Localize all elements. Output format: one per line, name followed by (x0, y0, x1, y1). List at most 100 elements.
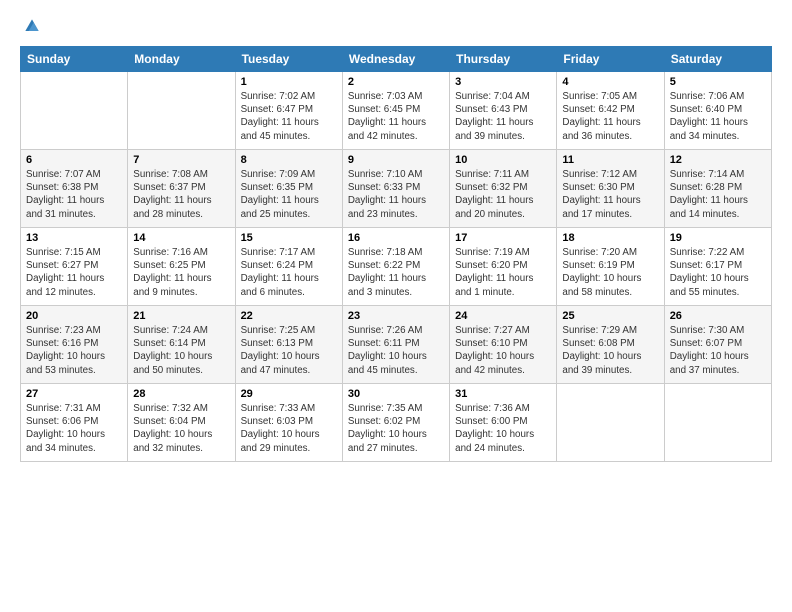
calendar-cell: 3 Sunrise: 7:04 AM Sunset: 6:43 PM Dayli… (450, 72, 557, 150)
cell-day-number: 28 (133, 388, 229, 400)
weekday-header-sunday: Sunday (21, 47, 128, 72)
cell-sunrise: Sunrise: 7:20 AM (562, 246, 658, 259)
cell-sunrise: Sunrise: 7:09 AM (241, 168, 337, 181)
calendar-week-row: 6 Sunrise: 7:07 AM Sunset: 6:38 PM Dayli… (21, 150, 772, 228)
cell-daylight: Daylight: 10 hours and 45 minutes. (348, 350, 444, 376)
cell-daylight: Daylight: 11 hours and 12 minutes. (26, 272, 122, 298)
calendar-cell (21, 72, 128, 150)
calendar-cell: 15 Sunrise: 7:17 AM Sunset: 6:24 PM Dayl… (235, 228, 342, 306)
calendar-cell: 9 Sunrise: 7:10 AM Sunset: 6:33 PM Dayli… (342, 150, 449, 228)
cell-sunset: Sunset: 6:27 PM (26, 259, 122, 272)
calendar-cell: 19 Sunrise: 7:22 AM Sunset: 6:17 PM Dayl… (664, 228, 771, 306)
cell-daylight: Daylight: 10 hours and 55 minutes. (670, 272, 766, 298)
cell-sunset: Sunset: 6:20 PM (455, 259, 551, 272)
calendar-cell: 12 Sunrise: 7:14 AM Sunset: 6:28 PM Dayl… (664, 150, 771, 228)
cell-day-number: 31 (455, 388, 551, 400)
weekday-header-saturday: Saturday (664, 47, 771, 72)
cell-sunrise: Sunrise: 7:02 AM (241, 90, 337, 103)
cell-day-number: 27 (26, 388, 122, 400)
cell-day-number: 15 (241, 232, 337, 244)
cell-sunrise: Sunrise: 7:32 AM (133, 402, 229, 415)
cell-sunset: Sunset: 6:42 PM (562, 103, 658, 116)
cell-daylight: Daylight: 11 hours and 23 minutes. (348, 194, 444, 220)
cell-sunrise: Sunrise: 7:12 AM (562, 168, 658, 181)
cell-sunrise: Sunrise: 7:24 AM (133, 324, 229, 337)
cell-sunrise: Sunrise: 7:16 AM (133, 246, 229, 259)
cell-day-number: 23 (348, 310, 444, 322)
cell-sunset: Sunset: 6:45 PM (348, 103, 444, 116)
cell-daylight: Daylight: 10 hours and 32 minutes. (133, 428, 229, 454)
cell-daylight: Daylight: 11 hours and 25 minutes. (241, 194, 337, 220)
calendar-table: SundayMondayTuesdayWednesdayThursdayFrid… (20, 46, 772, 462)
calendar-cell: 25 Sunrise: 7:29 AM Sunset: 6:08 PM Dayl… (557, 306, 664, 384)
cell-sunrise: Sunrise: 7:18 AM (348, 246, 444, 259)
cell-sunset: Sunset: 6:19 PM (562, 259, 658, 272)
calendar-cell: 24 Sunrise: 7:27 AM Sunset: 6:10 PM Dayl… (450, 306, 557, 384)
cell-day-number: 1 (241, 76, 337, 88)
cell-sunrise: Sunrise: 7:30 AM (670, 324, 766, 337)
cell-sunset: Sunset: 6:43 PM (455, 103, 551, 116)
calendar-cell: 14 Sunrise: 7:16 AM Sunset: 6:25 PM Dayl… (128, 228, 235, 306)
cell-daylight: Daylight: 10 hours and 50 minutes. (133, 350, 229, 376)
cell-sunset: Sunset: 6:24 PM (241, 259, 337, 272)
cell-daylight: Daylight: 10 hours and 34 minutes. (26, 428, 122, 454)
cell-daylight: Daylight: 11 hours and 42 minutes. (348, 116, 444, 142)
cell-day-number: 5 (670, 76, 766, 88)
cell-sunrise: Sunrise: 7:04 AM (455, 90, 551, 103)
cell-day-number: 9 (348, 154, 444, 166)
calendar-cell: 10 Sunrise: 7:11 AM Sunset: 6:32 PM Dayl… (450, 150, 557, 228)
cell-day-number: 7 (133, 154, 229, 166)
cell-sunrise: Sunrise: 7:03 AM (348, 90, 444, 103)
calendar-cell: 7 Sunrise: 7:08 AM Sunset: 6:37 PM Dayli… (128, 150, 235, 228)
calendar-cell: 2 Sunrise: 7:03 AM Sunset: 6:45 PM Dayli… (342, 72, 449, 150)
calendar-cell: 28 Sunrise: 7:32 AM Sunset: 6:04 PM Dayl… (128, 384, 235, 462)
cell-sunrise: Sunrise: 7:35 AM (348, 402, 444, 415)
cell-sunset: Sunset: 6:13 PM (241, 337, 337, 350)
cell-sunset: Sunset: 6:33 PM (348, 181, 444, 194)
calendar-cell: 23 Sunrise: 7:26 AM Sunset: 6:11 PM Dayl… (342, 306, 449, 384)
cell-day-number: 8 (241, 154, 337, 166)
cell-sunset: Sunset: 6:17 PM (670, 259, 766, 272)
cell-day-number: 18 (562, 232, 658, 244)
cell-daylight: Daylight: 10 hours and 29 minutes. (241, 428, 337, 454)
cell-daylight: Daylight: 10 hours and 39 minutes. (562, 350, 658, 376)
cell-sunset: Sunset: 6:14 PM (133, 337, 229, 350)
cell-day-number: 22 (241, 310, 337, 322)
cell-daylight: Daylight: 11 hours and 6 minutes. (241, 272, 337, 298)
cell-sunrise: Sunrise: 7:25 AM (241, 324, 337, 337)
calendar-cell: 29 Sunrise: 7:33 AM Sunset: 6:03 PM Dayl… (235, 384, 342, 462)
cell-daylight: Daylight: 11 hours and 45 minutes. (241, 116, 337, 142)
cell-sunset: Sunset: 6:35 PM (241, 181, 337, 194)
weekday-header-row: SundayMondayTuesdayWednesdayThursdayFrid… (21, 47, 772, 72)
cell-sunrise: Sunrise: 7:15 AM (26, 246, 122, 259)
cell-day-number: 25 (562, 310, 658, 322)
cell-sunrise: Sunrise: 7:10 AM (348, 168, 444, 181)
cell-sunset: Sunset: 6:16 PM (26, 337, 122, 350)
cell-day-number: 4 (562, 76, 658, 88)
cell-sunset: Sunset: 6:37 PM (133, 181, 229, 194)
cell-sunrise: Sunrise: 7:11 AM (455, 168, 551, 181)
cell-sunset: Sunset: 6:11 PM (348, 337, 444, 350)
calendar-week-row: 1 Sunrise: 7:02 AM Sunset: 6:47 PM Dayli… (21, 72, 772, 150)
cell-day-number: 10 (455, 154, 551, 166)
page: SundayMondayTuesdayWednesdayThursdayFrid… (0, 0, 792, 612)
cell-sunrise: Sunrise: 7:08 AM (133, 168, 229, 181)
weekday-header-tuesday: Tuesday (235, 47, 342, 72)
cell-sunrise: Sunrise: 7:31 AM (26, 402, 122, 415)
weekday-header-thursday: Thursday (450, 47, 557, 72)
cell-daylight: Daylight: 10 hours and 42 minutes. (455, 350, 551, 376)
cell-day-number: 13 (26, 232, 122, 244)
cell-daylight: Daylight: 10 hours and 53 minutes. (26, 350, 122, 376)
cell-day-number: 3 (455, 76, 551, 88)
cell-sunset: Sunset: 6:04 PM (133, 415, 229, 428)
calendar-cell: 11 Sunrise: 7:12 AM Sunset: 6:30 PM Dayl… (557, 150, 664, 228)
calendar-cell: 31 Sunrise: 7:36 AM Sunset: 6:00 PM Dayl… (450, 384, 557, 462)
calendar-week-row: 27 Sunrise: 7:31 AM Sunset: 6:06 PM Dayl… (21, 384, 772, 462)
cell-sunset: Sunset: 6:25 PM (133, 259, 229, 272)
cell-sunrise: Sunrise: 7:23 AM (26, 324, 122, 337)
cell-daylight: Daylight: 10 hours and 24 minutes. (455, 428, 551, 454)
cell-day-number: 14 (133, 232, 229, 244)
cell-sunset: Sunset: 6:08 PM (562, 337, 658, 350)
cell-sunrise: Sunrise: 7:06 AM (670, 90, 766, 103)
weekday-header-wednesday: Wednesday (342, 47, 449, 72)
